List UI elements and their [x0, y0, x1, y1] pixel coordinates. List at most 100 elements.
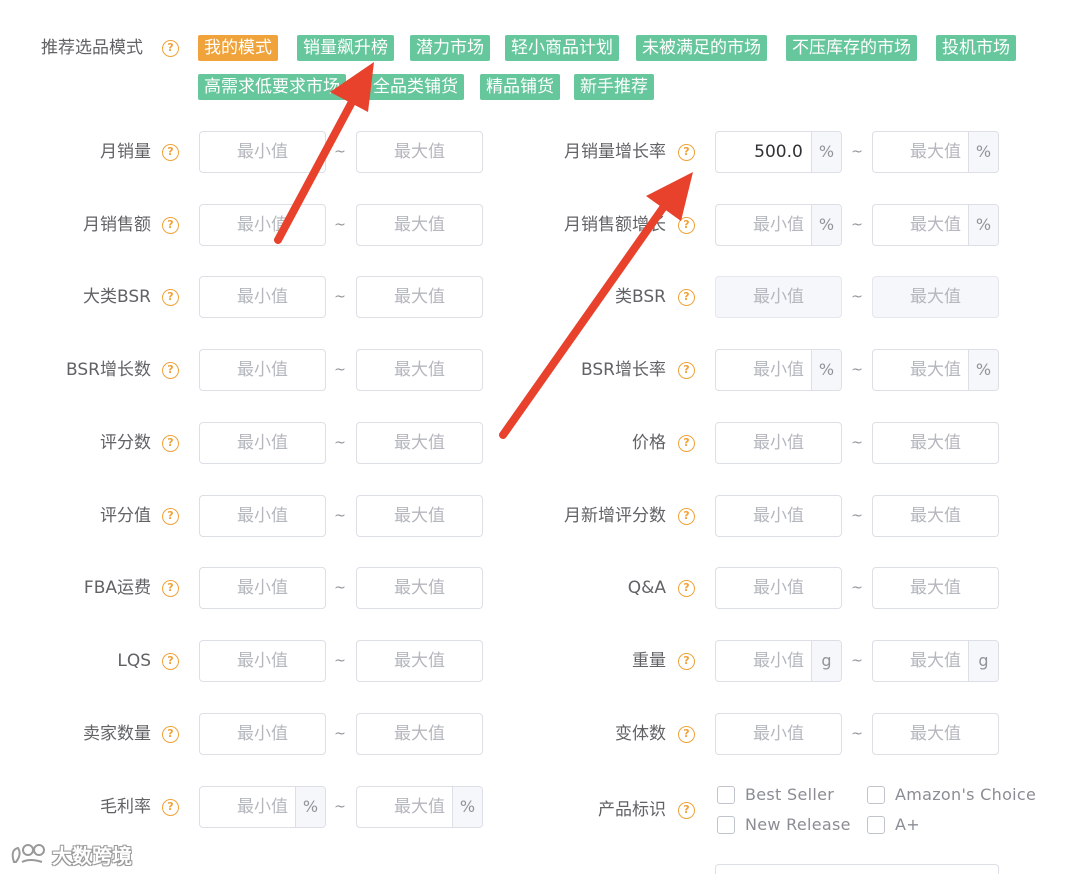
min-value-input[interactable]: 最小值 g: [715, 640, 842, 682]
mode-tag[interactable]: 高需求低要求市场: [198, 74, 346, 100]
max-value-input[interactable]: 最大值: [872, 495, 999, 537]
range-separator: ~: [851, 653, 863, 669]
product-tag-option-label[interactable]: Best Seller: [745, 785, 834, 805]
recommend-mode-row: 推荐选品模式 ? 我的模式 销量飙升榜 潜力市场 轻小商品计划 未被满足的市场 不压库存的…: [0, 0, 1080, 110]
field-label: 毛利率: [100, 797, 151, 817]
min-value-input[interactable]: 最小值: [199, 640, 326, 682]
min-value-input[interactable]: 最小值: [715, 713, 842, 755]
min-value-input[interactable]: 最小值: [199, 422, 326, 464]
mode-tag[interactable]: 全品类铺货: [367, 74, 464, 100]
mode-tag[interactable]: 潜力市场: [410, 35, 490, 61]
help-icon[interactable]: ?: [162, 217, 179, 234]
input-placeholder: 最大值: [910, 724, 961, 744]
help-icon[interactable]: ?: [162, 435, 179, 452]
help-icon[interactable]: ?: [162, 289, 179, 306]
product-tag-option-label[interactable]: A+: [895, 815, 920, 835]
field-label: BSR增长数: [66, 360, 151, 380]
max-value-input[interactable]: 最大值: [872, 567, 999, 609]
help-icon[interactable]: ?: [162, 653, 179, 670]
max-value-input[interactable]: 最大值: [356, 567, 483, 609]
input-placeholder: 最大值: [394, 506, 445, 526]
min-value-input[interactable]: 最小值: [199, 131, 326, 173]
min-value-input[interactable]: 最小值: [715, 495, 842, 537]
help-icon[interactable]: ?: [678, 508, 695, 525]
min-value-input[interactable]: 最小值%: [715, 204, 842, 246]
max-value-input[interactable]: 最大值: [356, 422, 483, 464]
product-tag-checkbox[interactable]: [867, 816, 885, 834]
help-icon[interactable]: ?: [678, 802, 695, 819]
input-placeholder: 最小值: [237, 506, 288, 526]
max-value-input[interactable]: 最大值%: [872, 131, 999, 173]
min-value-input[interactable]: 最小值: [715, 422, 842, 464]
help-icon[interactable]: ?: [162, 144, 179, 161]
help-icon[interactable]: ?: [162, 362, 179, 379]
help-icon[interactable]: ?: [678, 362, 695, 379]
help-icon[interactable]: ?: [162, 508, 179, 525]
mode-tag[interactable]: 新手推荐: [574, 74, 654, 100]
help-icon[interactable]: ?: [678, 435, 695, 452]
product-tag-checkbox[interactable]: [717, 786, 735, 804]
mode-tag[interactable]: 精品铺货: [480, 74, 560, 100]
input-placeholder: 最大值: [910, 578, 961, 598]
help-icon[interactable]: ?: [162, 580, 179, 597]
unit-suffix: %: [811, 132, 841, 172]
help-icon[interactable]: ?: [162, 726, 179, 743]
input-placeholder: 最小值: [237, 215, 288, 235]
help-icon[interactable]: ?: [678, 653, 695, 670]
max-value-input[interactable]: 最大值%: [872, 349, 999, 391]
help-icon[interactable]: ?: [678, 217, 695, 234]
recommend-mode-label: 推荐选品模式: [41, 38, 143, 58]
product-tag-option-label[interactable]: Amazon's Choice: [895, 785, 1036, 805]
min-value-input[interactable]: 最小值: [715, 276, 842, 318]
max-value-input[interactable]: 最大值%: [356, 786, 483, 828]
mode-tag[interactable]: 不压库存的市场: [786, 35, 917, 61]
min-value-input[interactable]: 最小值%: [199, 786, 326, 828]
max-value-input[interactable]: 最大值: [356, 640, 483, 682]
mode-tag[interactable]: 销量飙升榜: [297, 35, 394, 61]
max-value-input[interactable]: 最大值: [356, 204, 483, 246]
help-icon[interactable]: ?: [678, 289, 695, 306]
mode-tag[interactable]: 我的模式: [198, 35, 278, 61]
max-value-input[interactable]: 最大值: [872, 713, 999, 755]
max-value-input[interactable]: 最大值: [356, 276, 483, 318]
help-icon[interactable]: ?: [678, 144, 695, 161]
field-label: Q&A: [627, 578, 666, 598]
input-placeholder: 最大值: [910, 433, 961, 453]
watermark-logo-icon: [11, 844, 45, 863]
field-label: BSR增长率: [581, 360, 666, 380]
min-value-input[interactable]: 最小值: [715, 567, 842, 609]
help-icon[interactable]: ?: [162, 40, 179, 57]
mode-tag[interactable]: 未被满足的市场: [636, 35, 767, 61]
min-value-input[interactable]: 最小值%: [715, 349, 842, 391]
input-placeholder: 最大值: [394, 433, 445, 453]
partial-input-field[interactable]: [715, 864, 999, 874]
help-icon[interactable]: ?: [678, 580, 695, 597]
max-value-input[interactable]: 最大值: [356, 495, 483, 537]
mode-tag[interactable]: 投机市场: [936, 35, 1016, 61]
max-value-input[interactable]: 最大值: [356, 131, 483, 173]
min-value-input[interactable]: 最小值: [199, 567, 326, 609]
max-value-input[interactable]: 最大值: [872, 422, 999, 464]
max-value-input[interactable]: 最大值%: [872, 204, 999, 246]
max-value-input[interactable]: 最大值: [356, 349, 483, 391]
input-placeholder: 最小值: [237, 287, 288, 307]
help-icon[interactable]: ?: [678, 726, 695, 743]
help-icon[interactable]: ?: [162, 799, 179, 816]
mode-tag[interactable]: 轻小商品计划: [505, 35, 619, 61]
product-tag-option-label[interactable]: New Release: [745, 815, 851, 835]
product-tag-checkbox[interactable]: [867, 786, 885, 804]
field-label: 月销量增长率: [564, 142, 666, 162]
min-value-input[interactable]: 最小值: [199, 349, 326, 391]
field-label: 价格: [632, 433, 666, 453]
unit-suffix: %: [452, 787, 482, 827]
min-value-input[interactable]: 最小值: [199, 204, 326, 246]
min-value-input[interactable]: 最小值: [199, 495, 326, 537]
min-value-input[interactable]: 最小值: [199, 713, 326, 755]
input-placeholder: 最大值: [394, 287, 445, 307]
max-value-input[interactable]: 最大值: [872, 276, 999, 318]
min-value-input[interactable]: 最小值: [199, 276, 326, 318]
min-value-input[interactable]: 500.0%: [715, 131, 842, 173]
max-value-input[interactable]: 最大值 g: [872, 640, 999, 682]
max-value-input[interactable]: 最大值: [356, 713, 483, 755]
product-tag-checkbox[interactable]: [717, 816, 735, 834]
